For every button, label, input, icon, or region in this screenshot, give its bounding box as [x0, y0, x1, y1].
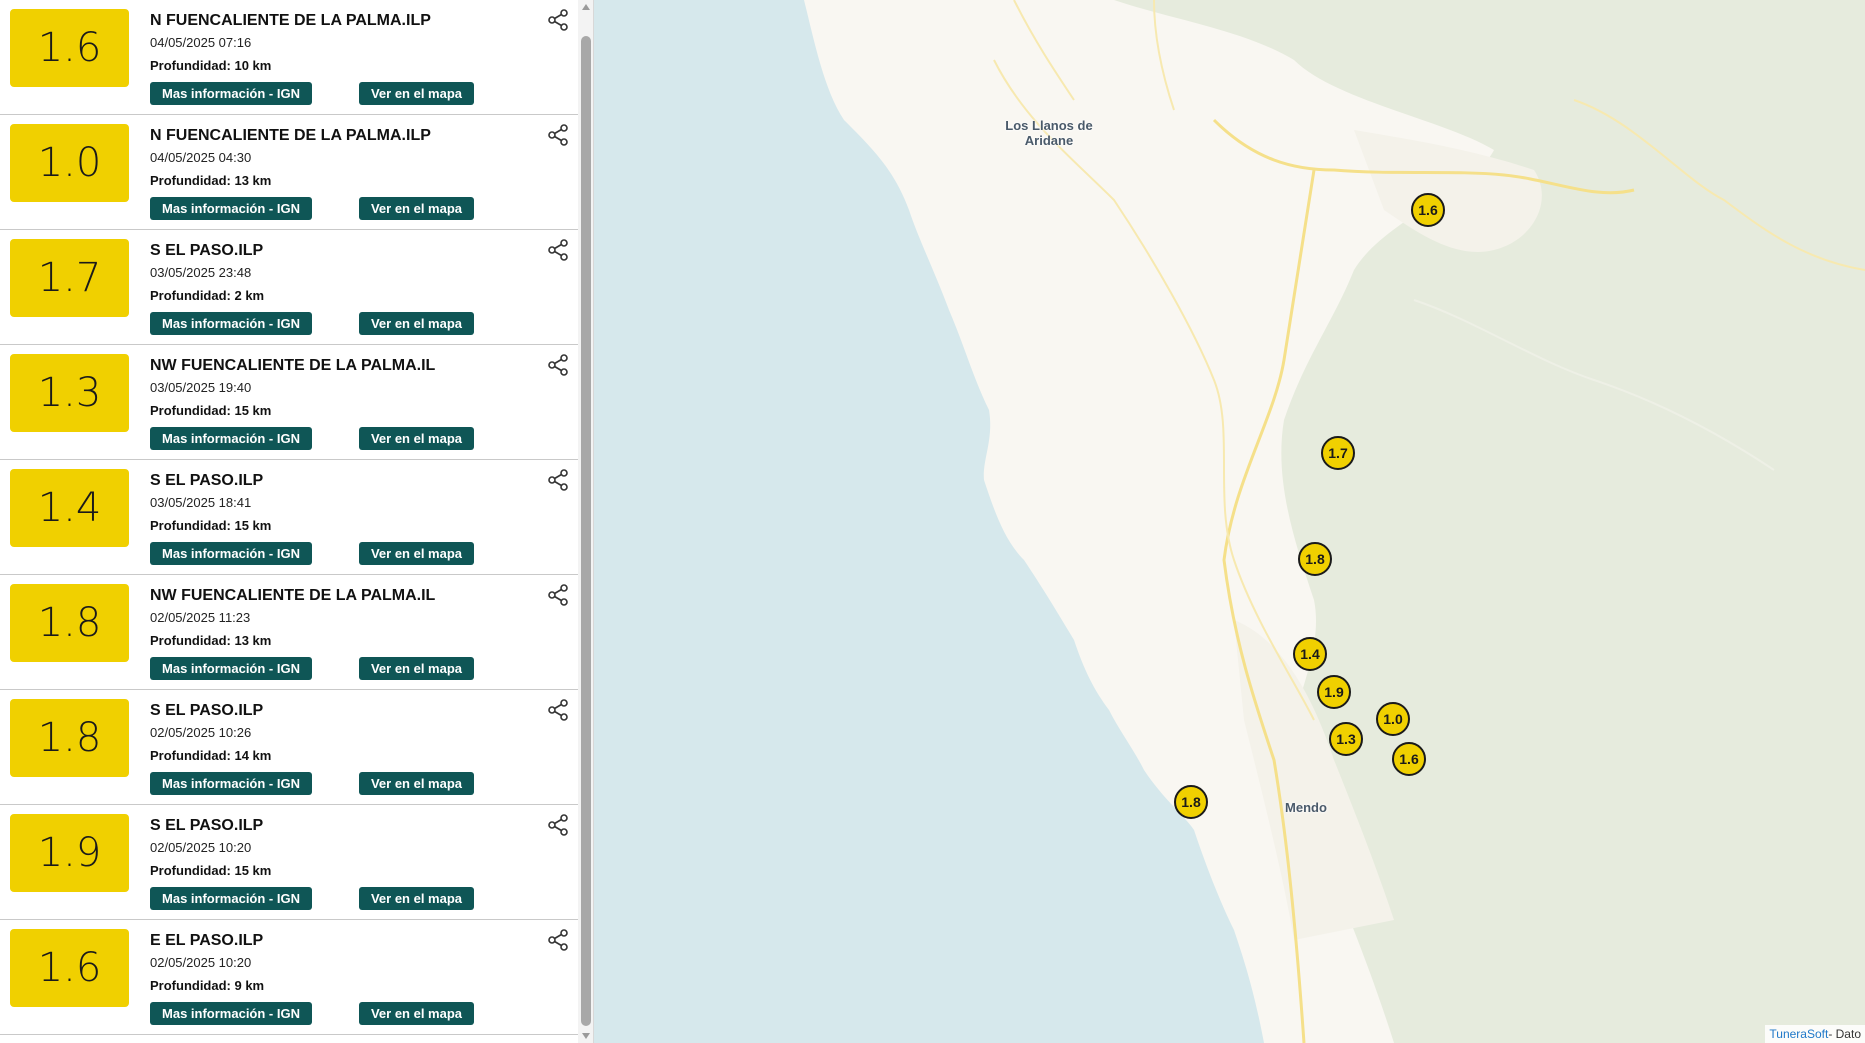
share-icon[interactable]: [546, 583, 570, 607]
earthquake-map-marker[interactable]: 1.9: [1317, 675, 1351, 709]
earthquake-map-marker[interactable]: 1.8: [1174, 785, 1208, 819]
earthquake-depth: Profundidad: 13 km: [150, 633, 272, 648]
earthquake-location: E EL PASO.ILP: [150, 932, 264, 949]
earthquake-map-marker[interactable]: 1.0: [1376, 702, 1410, 736]
more-info-ign-button[interactable]: Mas información - IGN: [150, 772, 312, 795]
earthquake-datetime: 02/05/2025 11:23: [150, 610, 251, 625]
more-info-ign-button[interactable]: Mas información - IGN: [150, 427, 312, 450]
earthquake-list-item: 1.7 S EL PASO.ILP 03/05/2025 23:48 Profu…: [0, 230, 578, 345]
earthquake-datetime: 03/05/2025 18:41: [150, 495, 252, 510]
view-on-map-button[interactable]: Ver en el mapa: [359, 657, 474, 680]
magnitude-badge: 1.3: [10, 354, 129, 432]
earthquake-datetime: 02/05/2025 10:20: [150, 840, 252, 855]
earthquake-location: S EL PASO.ILP: [150, 472, 264, 489]
map-basemap: [594, 0, 1865, 1043]
road-north: [1013, 0, 1175, 111]
more-info-ign-button[interactable]: Mas información - IGN: [150, 312, 312, 335]
more-info-ign-button[interactable]: Mas información - IGN: [150, 197, 312, 220]
earthquake-list-item: 1.4 S EL PASO.ILP 03/05/2025 18:41 Profu…: [0, 460, 578, 575]
more-info-ign-button[interactable]: Mas información - IGN: [150, 82, 312, 105]
more-info-ign-button[interactable]: Mas información - IGN: [150, 542, 312, 565]
view-on-map-button[interactable]: Ver en el mapa: [359, 1002, 474, 1025]
earthquake-location: S EL PASO.ILP: [150, 817, 264, 834]
scrollbar-thumb[interactable]: [581, 36, 591, 1026]
attribution-text: - Dato: [1828, 1027, 1861, 1041]
share-icon[interactable]: [546, 8, 570, 32]
scroll-down-arrow[interactable]: [582, 1033, 590, 1039]
earthquake-location: S EL PASO.ILP: [150, 702, 264, 719]
app-root: 1.6 N FUENCALIENTE DE LA PALMA.ILP 04/05…: [0, 0, 1865, 1043]
earthquake-location: N FUENCALIENTE DE LA PALMA.ILP: [150, 127, 431, 144]
earthquake-depth: Profundidad: 14 km: [150, 748, 272, 763]
view-on-map-button[interactable]: Ver en el mapa: [359, 312, 474, 335]
more-info-ign-button[interactable]: Mas información - IGN: [150, 657, 312, 680]
earthquake-sidebar: 1.6 N FUENCALIENTE DE LA PALMA.ILP 04/05…: [0, 0, 594, 1043]
view-on-map-button[interactable]: Ver en el mapa: [359, 427, 474, 450]
earthquake-depth: Profundidad: 9 km: [150, 978, 265, 993]
attribution-link[interactable]: TuneraSoft: [1769, 1027, 1828, 1041]
magnitude-badge: 1.6: [10, 929, 129, 1007]
earthquake-location: N FUENCALIENTE DE LA PALMA.ILP: [150, 12, 431, 29]
scrollbar[interactable]: [578, 0, 593, 1043]
share-icon[interactable]: [546, 928, 570, 952]
earthquake-datetime: 02/05/2025 10:20: [150, 955, 252, 970]
magnitude-badge: 1.0: [10, 124, 129, 202]
sea-area: [594, 0, 1264, 1043]
view-on-map-button[interactable]: Ver en el mapa: [359, 772, 474, 795]
earthquake-location: NW FUENCALIENTE DE LA PALMA.IL: [150, 357, 436, 374]
magnitude-badge: 1.6: [10, 9, 129, 87]
scroll-up-arrow[interactable]: [582, 4, 590, 10]
earthquake-datetime: 04/05/2025 07:16: [150, 35, 252, 50]
share-icon[interactable]: [546, 123, 570, 147]
earthquake-depth: Profundidad: 13 km: [150, 173, 272, 188]
earthquake-depth: Profundidad: 15 km: [150, 863, 272, 878]
map-view[interactable]: Los Llanos de Aridane Mendo 1.6 1.7 1.8 1.4 1…: [594, 0, 1865, 1043]
earthquake-map-marker[interactable]: 1.4: [1293, 637, 1327, 671]
earthquake-list-item: 1.8 S EL PASO.ILP 02/05/2025 10:26 Profu…: [0, 690, 578, 805]
share-icon[interactable]: [546, 238, 570, 262]
map-place-label: Mendo: [1285, 800, 1327, 815]
magnitude-badge: 1.8: [10, 699, 129, 777]
earthquake-datetime: 02/05/2025 10:26: [150, 725, 252, 740]
earthquake-map-marker[interactable]: 1.8: [1298, 542, 1332, 576]
earthquake-datetime: 03/05/2025 19:40: [150, 380, 252, 395]
earthquake-list: 1.6 N FUENCALIENTE DE LA PALMA.ILP 04/05…: [0, 0, 578, 1035]
earthquake-list-item: 1.9 S EL PASO.ILP 02/05/2025 10:20 Profu…: [0, 805, 578, 920]
earthquake-map-marker[interactable]: 1.6: [1392, 742, 1426, 776]
earthquake-list-item: 1.8 NW FUENCALIENTE DE LA PALMA.IL 02/05…: [0, 575, 578, 690]
magnitude-badge: 1.9: [10, 814, 129, 892]
more-info-ign-button[interactable]: Mas información - IGN: [150, 887, 312, 910]
earthquake-depth: Profundidad: 15 km: [150, 403, 272, 418]
earthquake-list-item: 1.6 E EL PASO.ILP 02/05/2025 10:20 Profu…: [0, 920, 578, 1035]
earthquake-datetime: 04/05/2025 04:30: [150, 150, 252, 165]
view-on-map-button[interactable]: Ver en el mapa: [359, 197, 474, 220]
magnitude-badge: 1.8: [10, 584, 129, 662]
view-on-map-button[interactable]: Ver en el mapa: [359, 887, 474, 910]
view-on-map-button[interactable]: Ver en el mapa: [359, 82, 474, 105]
earthquake-location: NW FUENCALIENTE DE LA PALMA.IL: [150, 587, 436, 604]
earthquake-depth: Profundidad: 2 km: [150, 288, 265, 303]
earthquake-map-marker[interactable]: 1.7: [1321, 436, 1355, 470]
share-icon[interactable]: [546, 468, 570, 492]
share-icon[interactable]: [546, 353, 570, 377]
magnitude-badge: 1.4: [10, 469, 129, 547]
earthquake-depth: Profundidad: 10 km: [150, 58, 272, 73]
earthquake-map-marker[interactable]: 1.3: [1329, 722, 1363, 756]
earthquake-datetime: 03/05/2025 23:48: [150, 265, 252, 280]
earthquake-map-marker[interactable]: 1.6: [1411, 193, 1445, 227]
map-place-label: Los Llanos de Aridane: [1005, 118, 1093, 148]
earthquake-list-item: 1.3 NW FUENCALIENTE DE LA PALMA.IL 03/05…: [0, 345, 578, 460]
map-attribution: TuneraSoft - Dato: [1765, 1025, 1865, 1043]
view-on-map-button[interactable]: Ver en el mapa: [359, 542, 474, 565]
earthquake-location: S EL PASO.ILP: [150, 242, 264, 259]
share-icon[interactable]: [546, 698, 570, 722]
earthquake-list-item: 1.6 N FUENCALIENTE DE LA PALMA.ILP 04/05…: [0, 0, 578, 115]
earthquake-list-item: 1.0 N FUENCALIENTE DE LA PALMA.ILP 04/05…: [0, 115, 578, 230]
more-info-ign-button[interactable]: Mas información - IGN: [150, 1002, 312, 1025]
earthquake-depth: Profundidad: 15 km: [150, 518, 272, 533]
share-icon[interactable]: [546, 813, 570, 837]
magnitude-badge: 1.7: [10, 239, 129, 317]
